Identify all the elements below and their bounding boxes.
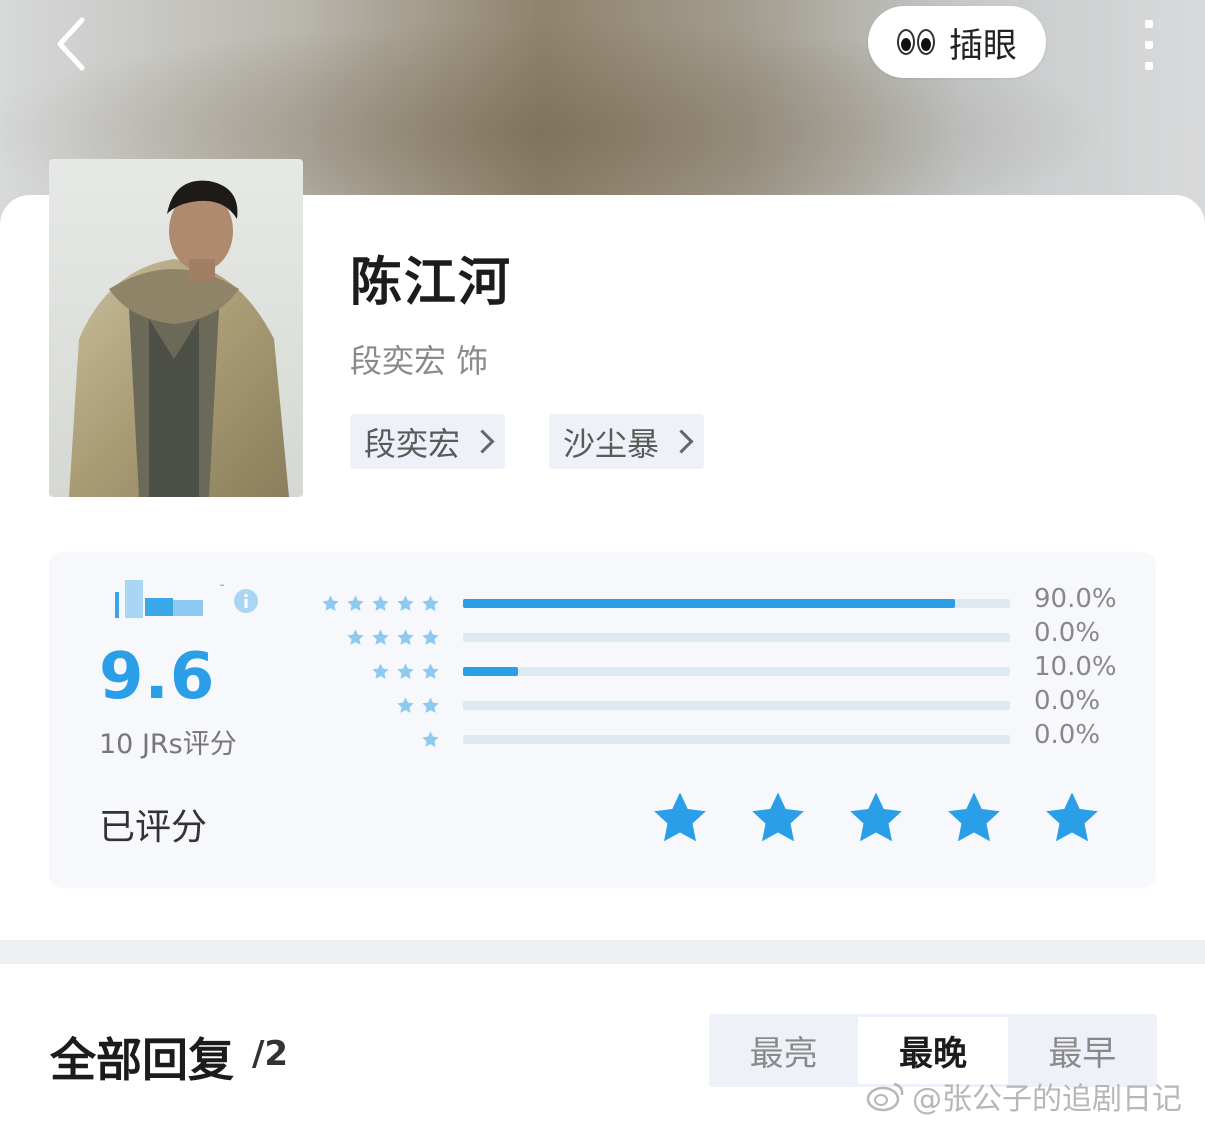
dot-icon: [1145, 41, 1153, 49]
distribution-bar-fill: [463, 667, 518, 676]
distribution-percent: 90.0%: [1034, 584, 1117, 614]
user-star-rating[interactable]: [650, 788, 1102, 852]
star-icon: [397, 595, 414, 611]
rating-star-4[interactable]: [944, 788, 1004, 852]
star-icon: [752, 792, 804, 842]
row-stars: [371, 662, 440, 681]
star-icon: [397, 629, 414, 645]
star-icon: [347, 629, 364, 645]
rating-star-2[interactable]: [748, 788, 808, 852]
star-icon: [850, 792, 902, 842]
replies-count: /2: [252, 1034, 289, 1074]
peek-button[interactable]: 插眼: [868, 6, 1046, 78]
character-name: 陈江河: [350, 253, 513, 313]
star-icon: [422, 731, 439, 747]
sort-tab-brightest[interactable]: 最亮: [709, 1014, 858, 1087]
info-icon[interactable]: [233, 588, 259, 614]
peek-label: 插眼: [949, 25, 1017, 66]
distribution-bar-track: [463, 633, 1010, 642]
star-icon: [422, 629, 439, 645]
star-icon: [322, 595, 339, 611]
character-poster: [49, 159, 303, 497]
star-icon: [422, 595, 439, 611]
star-icon: [372, 629, 389, 645]
weibo-logo-icon: [866, 1082, 904, 1112]
star-icon: [422, 663, 439, 679]
distribution-row: 90.0%: [300, 584, 1120, 622]
star-icon: [397, 697, 414, 713]
distribution-percent: 10.0%: [1034, 652, 1117, 682]
replies-title: 全部回复: [50, 1033, 234, 1087]
star-icon: [422, 697, 439, 713]
tag-actor[interactable]: 段奕宏: [350, 414, 506, 469]
star-icon: [654, 792, 706, 842]
dot-icon: [1145, 62, 1153, 70]
distribution-row: 0.0%: [300, 720, 1120, 758]
chevron-right-icon: [470, 429, 495, 454]
star-icon: [1046, 792, 1098, 842]
average-score: 9.6: [99, 640, 216, 714]
chevron-right-icon: [669, 429, 694, 454]
watermark-text: @张公子的追剧日记: [912, 1082, 1182, 1117]
distribution-row: 0.0%: [300, 618, 1120, 656]
rating-brand: ˘: [105, 574, 265, 624]
distribution-percent: 0.0%: [1034, 618, 1101, 648]
row-stars: [421, 730, 440, 749]
rated-status: 已评分: [99, 807, 208, 848]
dot-icon: [1145, 20, 1153, 28]
distribution-bar-fill: [463, 599, 956, 608]
star-icon: [347, 595, 364, 611]
distribution-bar-track: [463, 735, 1010, 744]
star-icon: [397, 663, 414, 679]
distribution-bar-track: [463, 667, 1010, 676]
distribution-bar-track: [463, 599, 1010, 608]
distribution-percent: 0.0%: [1034, 686, 1101, 716]
star-icon: [948, 792, 1000, 842]
star-icon: [372, 663, 389, 679]
tag-label: 段奕宏: [364, 424, 461, 463]
star-icon: [372, 595, 389, 611]
rating-star-5[interactable]: [1042, 788, 1102, 852]
rating-star-1[interactable]: [650, 788, 710, 852]
distribution-row: 10.0%: [300, 652, 1120, 690]
back-button[interactable]: [48, 14, 98, 74]
watermark: @张公子的追剧日记: [866, 1074, 1182, 1118]
rating-count: 10 JRs评分: [99, 729, 237, 760]
more-menu-button[interactable]: [1136, 20, 1162, 70]
row-stars: [396, 696, 440, 715]
distribution-percent: 0.0%: [1034, 720, 1101, 750]
distribution-bar-track: [463, 701, 1010, 710]
section-divider: [0, 940, 1205, 964]
row-stars: [346, 628, 440, 647]
tag-label: 沙尘暴: [563, 424, 660, 463]
tag-series[interactable]: 沙尘暴: [549, 414, 705, 469]
distribution-row: 0.0%: [300, 686, 1120, 724]
row-stars: [321, 594, 440, 613]
actor-role: 段奕宏 饰: [350, 342, 489, 380]
svg-text:˘: ˘: [219, 583, 225, 597]
eyes-emoji-icon: [897, 29, 935, 55]
chevron-left-icon: [57, 17, 85, 71]
rating-star-3[interactable]: [846, 788, 906, 852]
